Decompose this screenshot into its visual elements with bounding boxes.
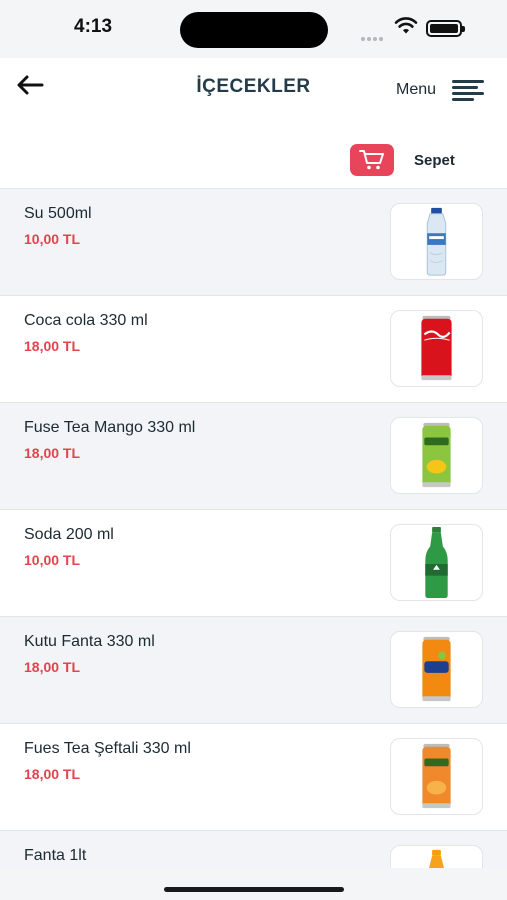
status-time: 4:13	[74, 16, 113, 37]
water-bottle-icon	[426, 207, 447, 276]
product-image	[390, 631, 483, 708]
fanta-bottle-icon	[429, 849, 444, 868]
arrow-left-icon	[17, 75, 44, 95]
product-name: Soda 200 ml	[24, 526, 114, 543]
shopping-cart-icon	[359, 150, 384, 170]
product-image	[390, 524, 483, 601]
product-name: Fuse Tea Mango 330 ml	[24, 419, 196, 436]
app-header: İÇECEKLER Menu	[0, 58, 507, 118]
cart-icon-box	[350, 144, 394, 176]
product-image	[390, 738, 483, 815]
hamburger-menu-icon	[452, 80, 484, 101]
home-indicator[interactable]	[164, 887, 344, 892]
cart-label: Sepet	[414, 151, 455, 169]
product-price: 10,00 TL	[24, 552, 81, 568]
fuse-tea-mango-can-icon	[422, 422, 451, 488]
fuse-tea-peach-can-icon	[422, 743, 451, 809]
product-price: 10,00 TL	[24, 231, 81, 247]
screen: 4:13 İÇECEKLER Menu Sepet Su 500ml 10,00…	[0, 0, 507, 900]
product-image	[390, 845, 483, 868]
wifi-icon	[394, 17, 418, 34]
product-price: 18,00 TL	[24, 445, 81, 461]
dynamic-island	[180, 12, 328, 48]
product-name: Coca cola 330 ml	[24, 312, 148, 329]
cola-can-icon	[421, 315, 452, 381]
back-button[interactable]	[12, 70, 48, 100]
product-image	[390, 310, 483, 387]
cart-row: Sepet	[0, 118, 507, 188]
product-row[interactable]: Su 500ml 10,00 TL	[0, 189, 507, 296]
cellular-signal-icon	[361, 28, 387, 41]
product-name: Su 500ml	[24, 205, 92, 222]
product-row[interactable]: Fuse Tea Mango 330 ml 18,00 TL	[0, 403, 507, 510]
menu-label: Menu	[396, 81, 437, 98]
menu-button[interactable]: Menu	[396, 76, 496, 104]
product-row[interactable]: Kutu Fanta 330 ml 18,00 TL	[0, 617, 507, 724]
product-row[interactable]: Soda 200 ml 10,00 TL	[0, 510, 507, 617]
product-list: Su 500ml 10,00 TL Coca cola 330 ml 18,00…	[0, 188, 507, 868]
product-row[interactable]: Coca cola 330 ml 18,00 TL	[0, 296, 507, 403]
bottom-bar	[0, 868, 507, 900]
product-row[interactable]: Fues Tea Şeftali 330 ml 18,00 TL	[0, 724, 507, 831]
product-price: 18,00 TL	[24, 659, 81, 675]
page-title: İÇECEKLER	[196, 76, 311, 97]
product-row[interactable]: Fanta 1lt	[0, 831, 507, 868]
soda-bottle-icon	[425, 526, 448, 599]
cart-button[interactable]: Sepet	[350, 144, 470, 176]
product-name: Fanta 1lt	[24, 847, 87, 864]
product-price: 18,00 TL	[24, 338, 81, 354]
product-name: Kutu Fanta 330 ml	[24, 633, 155, 650]
fanta-can-icon	[422, 636, 451, 702]
product-name: Fues Tea Şeftali 330 ml	[24, 740, 191, 757]
battery-icon	[426, 20, 465, 37]
status-bar: 4:13	[0, 0, 507, 58]
product-image	[390, 417, 483, 494]
product-price: 18,00 TL	[24, 766, 81, 782]
product-image	[390, 203, 483, 280]
